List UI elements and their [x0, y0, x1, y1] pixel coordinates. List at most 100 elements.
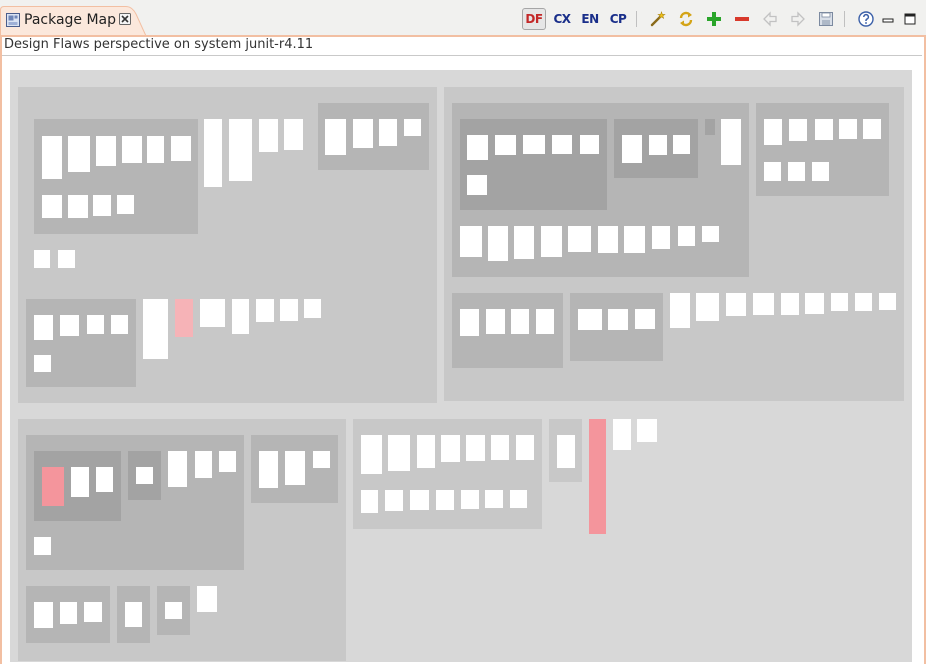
class-block[interactable] [259, 119, 278, 152]
class-block[interactable] [71, 467, 89, 497]
class-block[interactable] [58, 250, 75, 268]
perspective-en-button[interactable]: EN [578, 8, 602, 30]
class-block[interactable] [136, 467, 153, 484]
package-block[interactable] [26, 299, 136, 387]
class-block[interactable] [467, 135, 488, 160]
class-block[interactable] [649, 135, 667, 155]
class-block[interactable] [702, 226, 719, 242]
zoom-in-button[interactable] [702, 8, 726, 30]
class-block[interactable] [552, 135, 572, 154]
class-block[interactable] [753, 293, 774, 315]
class-block[interactable] [696, 293, 719, 321]
class-block[interactable] [781, 293, 799, 315]
class-block[interactable] [60, 602, 77, 624]
class-block[interactable] [764, 162, 781, 181]
class-block[interactable] [304, 299, 321, 318]
class-block[interactable] [510, 490, 527, 508]
class-block[interactable] [379, 119, 397, 146]
class-block[interactable] [485, 490, 503, 508]
class-block[interactable] [764, 119, 782, 145]
class-block[interactable] [863, 119, 881, 139]
class-block[interactable] [514, 226, 534, 259]
class-block[interactable] [879, 293, 896, 310]
refresh-button[interactable] [674, 8, 698, 30]
class-block[interactable] [34, 355, 51, 372]
class-block[interactable] [467, 175, 487, 195]
class-block[interactable] [486, 309, 505, 334]
package-block[interactable] [460, 119, 607, 210]
class-block[interactable] [325, 119, 346, 155]
class-block[interactable] [313, 451, 330, 468]
class-block[interactable] [34, 602, 53, 628]
class-block[interactable] [84, 602, 102, 622]
class-block[interactable] [204, 119, 222, 187]
class-block[interactable] [404, 119, 421, 136]
class-block[interactable] [578, 309, 602, 330]
save-button[interactable] [814, 8, 838, 30]
class-block[interactable] [256, 299, 274, 322]
class-block[interactable] [117, 195, 134, 214]
flawed-class-block[interactable] [42, 467, 64, 506]
class-block[interactable] [143, 299, 168, 359]
class-block[interactable] [536, 309, 554, 334]
class-block[interactable] [516, 435, 534, 460]
class-block[interactable] [557, 435, 575, 468]
class-block[interactable] [812, 162, 829, 181]
class-block[interactable] [417, 435, 435, 468]
class-block[interactable] [34, 537, 51, 555]
class-block[interactable] [353, 119, 373, 148]
class-block[interactable] [171, 136, 191, 161]
class-block[interactable] [441, 435, 460, 462]
perspective-cp-button[interactable]: CP [606, 8, 630, 30]
class-block[interactable] [96, 467, 113, 492]
class-block[interactable] [789, 119, 807, 141]
class-block[interactable] [219, 451, 236, 472]
class-block[interactable] [568, 226, 591, 252]
minimize-button[interactable] [878, 8, 898, 30]
class-block[interactable] [232, 299, 249, 334]
class-block[interactable] [34, 250, 50, 268]
class-block[interactable] [580, 135, 599, 154]
class-block[interactable] [168, 451, 187, 487]
class-block[interactable] [721, 119, 741, 165]
class-block[interactable] [460, 226, 482, 257]
class-block[interactable] [624, 226, 645, 253]
flawed-class-block[interactable] [589, 419, 606, 534]
class-block[interactable] [87, 315, 104, 334]
class-block[interactable] [608, 309, 628, 330]
class-block[interactable] [68, 136, 90, 172]
class-block[interactable] [259, 451, 278, 488]
class-block[interactable] [637, 419, 657, 442]
class-block[interactable] [195, 451, 212, 478]
forward-button[interactable] [786, 8, 810, 30]
class-block[interactable] [122, 136, 142, 163]
class-block[interactable] [511, 309, 529, 334]
class-block[interactable] [815, 119, 833, 140]
class-block[interactable] [125, 602, 142, 627]
class-block[interactable] [42, 195, 62, 218]
class-block[interactable] [839, 119, 857, 139]
class-block[interactable] [491, 435, 509, 460]
flawed-class-block[interactable] [175, 299, 193, 337]
perspective-df-button[interactable]: DF [522, 8, 546, 30]
close-icon[interactable] [119, 13, 131, 25]
class-block[interactable] [68, 195, 88, 218]
class-block[interactable] [361, 490, 378, 513]
class-block[interactable] [788, 162, 805, 181]
class-block[interactable] [229, 119, 252, 181]
class-block[interactable] [831, 293, 848, 311]
class-block[interactable] [93, 195, 111, 216]
package-block[interactable] [756, 103, 889, 196]
class-block[interactable] [410, 490, 429, 510]
class-block[interactable] [541, 226, 562, 257]
zoom-out-button[interactable] [730, 8, 754, 30]
maximize-button[interactable] [900, 8, 920, 30]
class-block[interactable] [598, 226, 618, 253]
class-block[interactable] [460, 309, 479, 336]
perspective-cx-button[interactable]: CX [550, 8, 574, 30]
wand-button[interactable] [646, 8, 670, 30]
class-block[interactable] [652, 226, 670, 249]
class-block[interactable] [726, 293, 746, 316]
class-block[interactable] [466, 435, 485, 461]
class-block[interactable] [96, 136, 116, 166]
